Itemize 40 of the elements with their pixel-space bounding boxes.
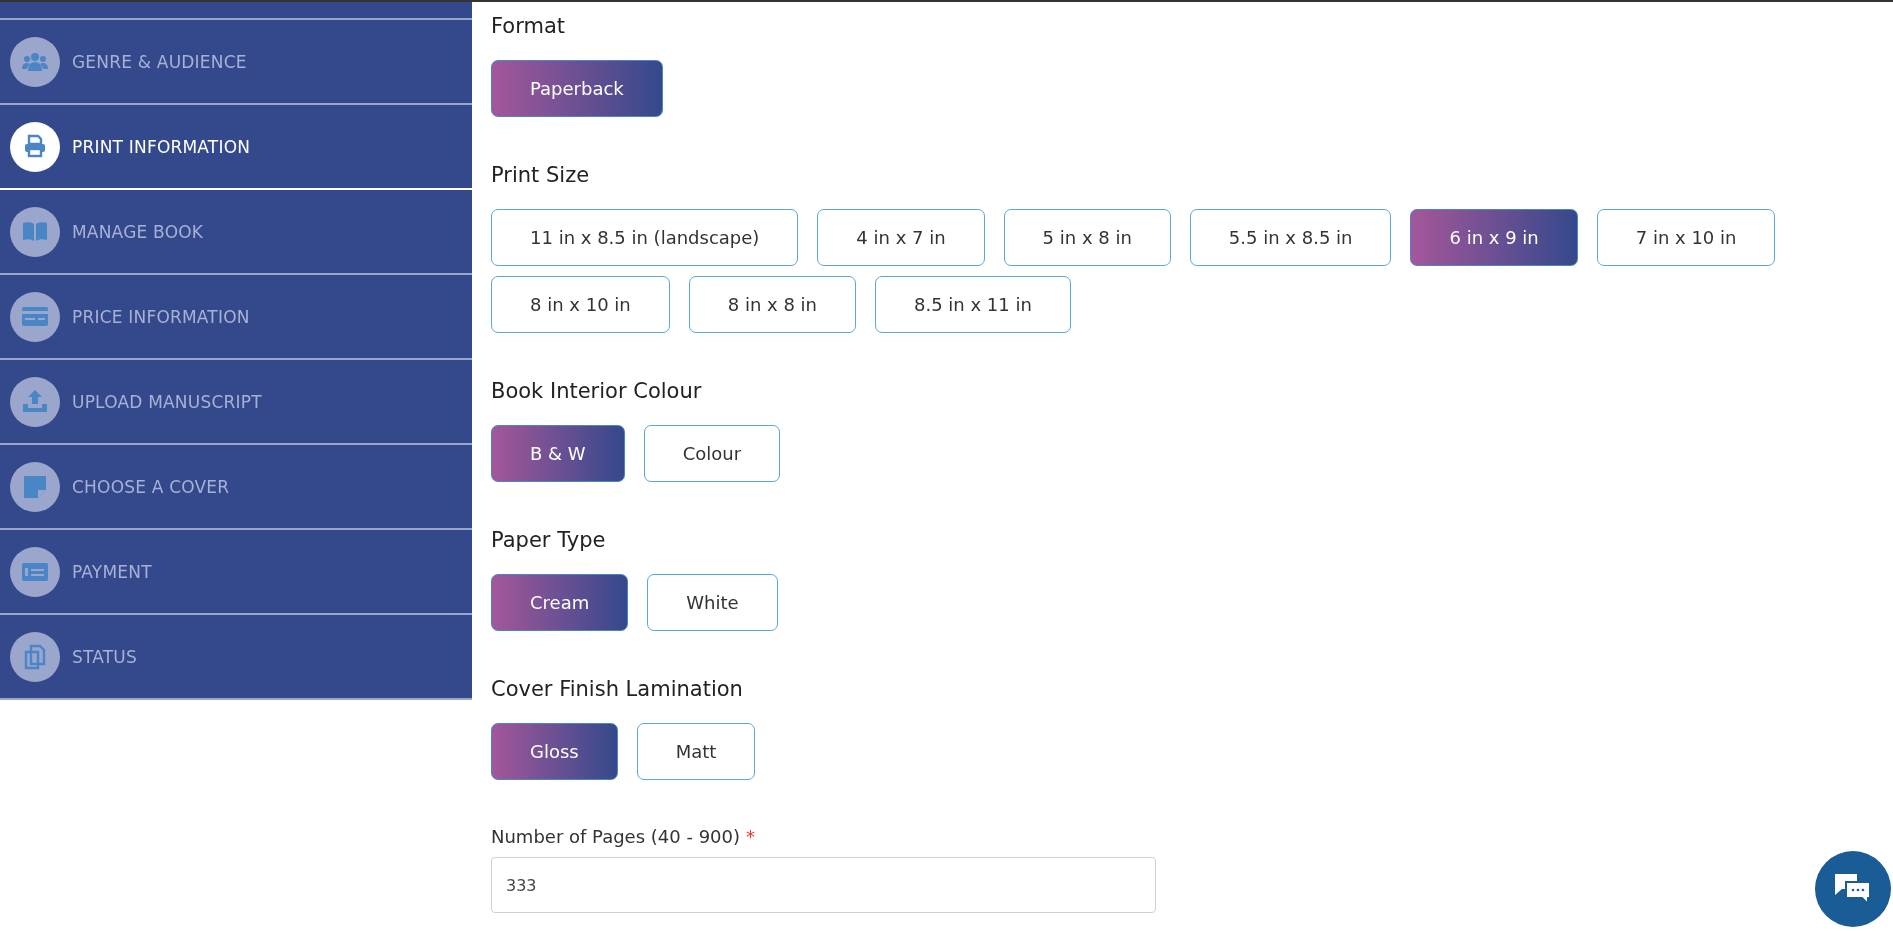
option-button[interactable]: 8.5 in x 11 in [875,276,1071,333]
option-button[interactable]: Paperback [491,60,663,117]
sidebar-item[interactable]: UPLOAD MANUSCRIPT [0,360,472,445]
pages-input[interactable]: 333 [491,857,1156,913]
option-button[interactable]: 8 in x 8 in [688,276,856,333]
sidebar-item[interactable]: PRICE INFORMATION [0,275,472,360]
section-heading: Paper Type [491,528,607,552]
option-button[interactable]: Matt [636,723,756,780]
option-button[interactable]: 5.5 in x 8.5 in [1189,209,1392,266]
printer-icon [10,121,60,172]
option-button[interactable]: 4 in x 7 in [817,209,985,266]
option-button[interactable]: 5 in x 8 in [1003,209,1171,266]
option-button[interactable]: 7 in x 10 in [1596,209,1776,266]
upload-icon [10,376,60,427]
section-heading: Print Size [491,163,591,187]
copy-icon [10,631,60,682]
section-heading: Book Interior Colour [491,379,703,403]
sidebar-item[interactable]: MANAGE BOOK [0,190,472,275]
sidebar-item[interactable]: STATUS [0,615,472,700]
card-icon [10,291,60,342]
option-button[interactable]: Cream [491,574,629,631]
option-button[interactable]: 8 in x 10 in [491,276,670,333]
sidebar-item[interactable]: CHOOSE A COVER [0,445,472,530]
book-icon [10,206,60,257]
field-label: Number of Pages (40 - 900) [491,826,741,847]
option-button[interactable]: White [647,574,778,631]
people-icon [10,36,60,87]
note-icon [10,461,60,512]
required-mark: * [746,826,756,847]
option-button[interactable]: 6 in x 9 in [1410,209,1578,266]
option-button[interactable]: 11 in x 8.5 in (landscape) [491,209,799,266]
sidebar-item[interactable]: PRINT INFORMATION [0,105,472,190]
option-button[interactable]: Gloss [491,723,618,780]
payment-card-icon [10,546,60,597]
sidebar-item[interactable]: GENRE & AUDIENCE [0,20,472,105]
option-button[interactable]: Colour [643,425,781,482]
section-heading: Format [491,14,566,38]
section-heading: Cover Finish Lamination [491,677,744,701]
option-button[interactable]: B & W [491,425,625,482]
sidebar-item[interactable]: PAYMENT [0,530,472,615]
